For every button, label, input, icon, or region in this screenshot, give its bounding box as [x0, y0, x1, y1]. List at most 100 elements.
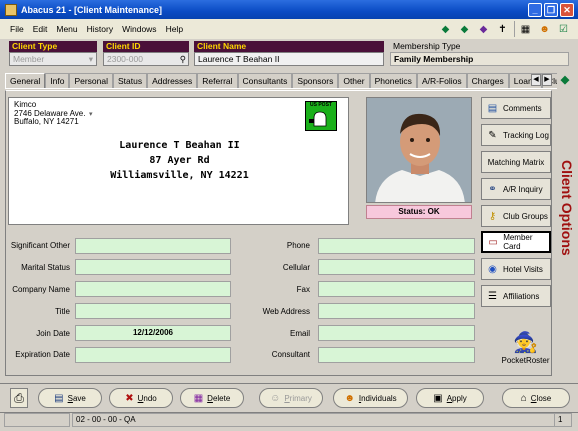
membership-type-label: Membership Type: [393, 41, 461, 51]
address-scroll-icon[interactable]: ▾: [89, 110, 93, 118]
web-address-field[interactable]: [318, 303, 475, 319]
expiration-date-field[interactable]: [75, 347, 231, 363]
tab-personal[interactable]: Personal: [69, 73, 113, 88]
wizard-icon: 🧙: [513, 332, 538, 354]
postage-stamp-icon: US POST: [305, 101, 337, 131]
menu-help[interactable]: Help: [166, 24, 183, 34]
phone-field[interactable]: [318, 238, 475, 254]
close-window-button[interactable]: ✕: [560, 2, 574, 17]
menu-bar: File Edit Menu History Windows Help ◆ ◆ …: [0, 19, 578, 39]
apply-button[interactable]: ▣ Apply: [416, 388, 484, 408]
tab-general[interactable]: General: [5, 73, 46, 88]
menu-windows[interactable]: Windows: [122, 24, 156, 34]
membership-type-value: Family Membership: [390, 52, 569, 66]
tab-other[interactable]: Other: [338, 73, 370, 88]
hotel-visits-button[interactable]: ◉ Hotel Visits: [481, 258, 551, 280]
significant-other-field[interactable]: [75, 238, 231, 254]
comments-button[interactable]: ▤ Comments: [481, 97, 551, 119]
gem-icon[interactable]: ◆: [475, 21, 492, 37]
menu-file[interactable]: File: [10, 24, 24, 34]
delete-button[interactable]: ▦ Delete: [180, 388, 244, 408]
tab-sponsors[interactable]: Sponsors: [292, 73, 339, 88]
undo-button[interactable]: ✖ Undo: [109, 388, 173, 408]
club-groups-button[interactable]: ⚷ Club Groups: [481, 205, 551, 227]
menu-edit[interactable]: Edit: [33, 24, 48, 34]
expiration-date-label: Expiration Date: [15, 350, 70, 359]
menu-menu[interactable]: Menu: [56, 24, 77, 34]
key-icon: ⚷: [488, 210, 497, 222]
mailing-address-line: Williamsville, NY 14221: [110, 170, 249, 181]
tab-status[interactable]: Status: [113, 73, 148, 88]
client-id-field[interactable]: 2300-000 ⚲: [103, 52, 189, 66]
restore-button[interactable]: ❐: [544, 2, 558, 17]
comments-label: Comments: [503, 103, 542, 113]
email-field[interactable]: [318, 325, 475, 341]
client-options-title: Client Options: [559, 160, 575, 256]
window-title: Abacus 21 - [Client Maintenance]: [21, 4, 163, 15]
fax-label: Fax: [296, 285, 310, 294]
tab-charges[interactable]: Charges: [466, 73, 509, 88]
client-type-select[interactable]: Member ▾: [9, 52, 97, 66]
tab-ar-folios[interactable]: A/R-Folios: [416, 73, 467, 88]
club-groups-label: Club Groups: [503, 211, 548, 221]
member-card-button[interactable]: ▭ Member Card: [481, 231, 551, 253]
join-date-label: Join Date: [36, 329, 70, 338]
person-icon[interactable]: ✝: [494, 21, 511, 37]
pocket-roster-button[interactable]: 🧙 PocketRoster: [498, 330, 553, 365]
consultant-label: Consultant: [271, 350, 310, 359]
individuals-label: Individuals: [358, 393, 397, 403]
client-id-value: 2300-000: [107, 54, 143, 64]
consultant-field[interactable]: [318, 347, 475, 363]
collapse-arrow-icon[interactable]: ◆: [557, 73, 573, 89]
tab-referral[interactable]: Referral: [197, 73, 238, 88]
marital-status-field[interactable]: [75, 259, 231, 275]
tab-consultants[interactable]: Consultants: [237, 73, 293, 88]
status-page: 1: [554, 413, 572, 427]
client-name-group: Client Name Laurence T Beahan II: [194, 41, 384, 66]
tab-info[interactable]: Info: [45, 73, 70, 88]
hotel-visits-label: Hotel Visits: [503, 264, 543, 274]
ar-inquiry-button[interactable]: ⚭ A/R Inquiry: [481, 178, 551, 200]
pocket-roster-label: PocketRoster: [501, 356, 550, 365]
floppy-disk-icon: ▣: [433, 392, 443, 404]
ar-inquiry-label: A/R Inquiry: [503, 184, 543, 194]
app-icon: [5, 3, 17, 16]
comments-icon: ▤: [487, 102, 498, 114]
status-code: 02 - 00 - 00 - QA: [72, 413, 572, 427]
individuals-button[interactable]: ☻ Individuals: [333, 388, 408, 408]
toolbar-icons: ◆ ◆ ◆ ✝ ▦ ☻ ☑: [435, 21, 572, 37]
search-icon[interactable]: ⚲: [180, 53, 186, 65]
back-arrow-icon[interactable]: ◆: [437, 21, 454, 37]
tracking-log-button[interactable]: ✎ Tracking Log: [481, 124, 551, 146]
menu-history[interactable]: History: [87, 24, 113, 34]
affiliations-button[interactable]: ☰ Affiliations: [481, 285, 551, 307]
email-label: Email: [289, 329, 310, 338]
save-button[interactable]: ▤ Save: [38, 388, 102, 408]
tab-phonetics[interactable]: Phonetics: [369, 73, 417, 88]
tab-scroll-right-icon[interactable]: ▶: [542, 74, 552, 86]
mailing-address: Laurence T Beahan II 87 Ayer Rd Williams…: [9, 138, 350, 183]
web-address-label: Web Address: [262, 307, 310, 316]
save-icon: ▤: [54, 392, 64, 404]
cellular-field[interactable]: [318, 259, 475, 275]
save-label: Save: [67, 393, 86, 403]
client-type-label: Client Type: [9, 41, 97, 52]
tab-addresses[interactable]: Addresses: [147, 73, 198, 88]
close-button[interactable]: ⌂ Close: [502, 388, 570, 408]
company-name-field[interactable]: [75, 281, 231, 297]
forward-arrow-icon[interactable]: ◆: [456, 21, 473, 37]
matching-matrix-button[interactable]: Matching Matrix: [481, 151, 551, 173]
calculator-icon[interactable]: ▦: [517, 21, 534, 37]
client-name-field[interactable]: Laurence T Beahan II: [194, 52, 384, 66]
close-label: Close: [530, 393, 552, 403]
join-date-field[interactable]: 12/12/2006: [75, 325, 231, 341]
title-field[interactable]: [75, 303, 231, 319]
print-icon[interactable]: ⎙: [10, 388, 28, 408]
tab-scroll-left-icon[interactable]: ◀: [531, 74, 541, 86]
running-man-icon[interactable]: ☻: [536, 21, 553, 37]
fax-field[interactable]: [318, 281, 475, 297]
client-photo[interactable]: [366, 97, 472, 203]
checkbox-icon[interactable]: ☑: [555, 21, 572, 37]
primary-button[interactable]: ☺ Primary: [259, 388, 323, 408]
minimize-button[interactable]: _: [528, 2, 542, 17]
